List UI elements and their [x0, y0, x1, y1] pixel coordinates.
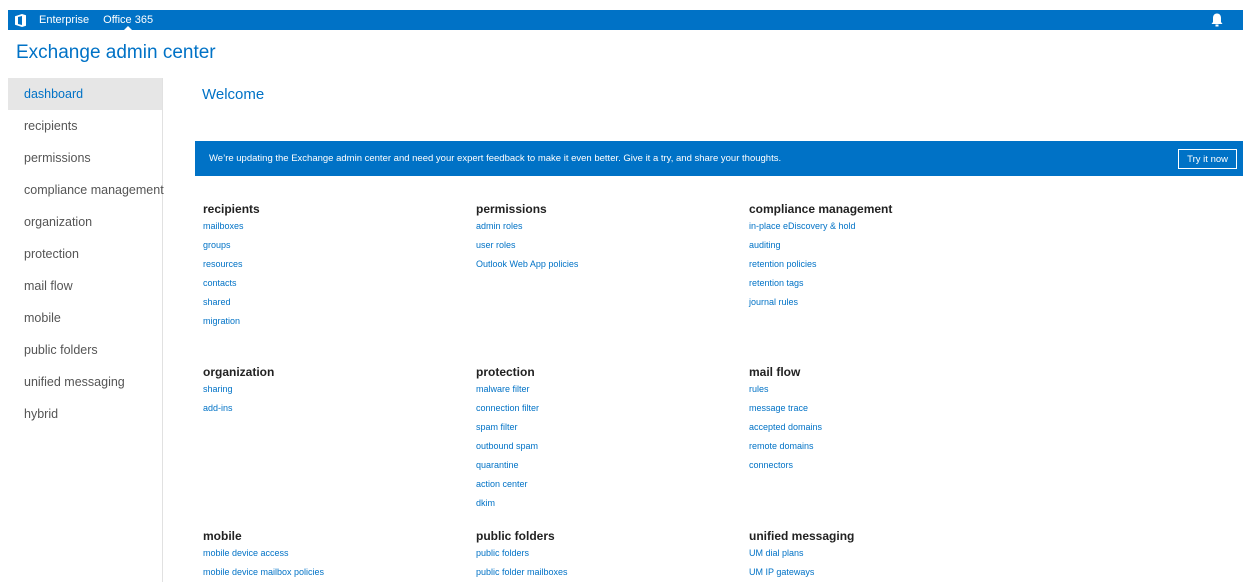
link-migration[interactable]: migration	[203, 315, 260, 334]
link-retention-tags[interactable]: retention tags	[749, 277, 892, 296]
section-heading: organization	[203, 365, 275, 379]
sidebar-item-permissions[interactable]: permissions	[8, 142, 162, 174]
section-recipients: recipients mailboxes groups resources co…	[203, 202, 260, 334]
section-heading: mail flow	[749, 365, 801, 379]
link-retention-policies[interactable]: retention policies	[749, 258, 892, 277]
section-heading: permissions	[476, 202, 547, 216]
section-organization: organization sharing add-ins	[203, 365, 274, 421]
link-shared[interactable]: shared	[203, 296, 260, 315]
section-mobile: mobile mobile device access mobile devic…	[203, 529, 324, 582]
link-ediscovery-hold[interactable]: in-place eDiscovery & hold	[749, 220, 892, 239]
link-action-center[interactable]: action center	[476, 478, 539, 497]
section-compliance-management: compliance management in-place eDiscover…	[749, 202, 892, 315]
sidebar-item-public-folders[interactable]: public folders	[8, 334, 162, 366]
link-um-dial-plans[interactable]: UM dial plans	[749, 547, 854, 566]
link-remote-domains[interactable]: remote domains	[749, 440, 822, 459]
notification-bell-icon[interactable]	[1209, 12, 1225, 28]
link-dkim[interactable]: dkim	[476, 497, 539, 516]
section-mail-flow: mail flow rules message trace accepted d…	[749, 365, 822, 478]
link-quarantine[interactable]: quarantine	[476, 459, 539, 478]
link-sharing[interactable]: sharing	[203, 383, 274, 402]
link-public-folder-mailboxes[interactable]: public folder mailboxes	[476, 566, 568, 582]
link-connection-filter[interactable]: connection filter	[476, 402, 539, 421]
sidebar-item-organization[interactable]: organization	[8, 206, 162, 238]
top-navigation-bar: Enterprise Office 365	[8, 10, 1243, 31]
link-owa-policies[interactable]: Outlook Web App policies	[476, 258, 578, 277]
link-journal-rules[interactable]: journal rules	[749, 296, 892, 315]
section-heading: compliance management	[749, 202, 893, 216]
link-malware-filter[interactable]: malware filter	[476, 383, 539, 402]
link-outbound-spam[interactable]: outbound spam	[476, 440, 539, 459]
section-heading: protection	[476, 365, 535, 379]
banner-text: We’re updating the Exchange admin center…	[209, 153, 782, 164]
section-unified-messaging: unified messaging UM dial plans UM IP ga…	[749, 529, 854, 582]
link-user-roles[interactable]: user roles	[476, 239, 578, 258]
feedback-banner: We’re updating the Exchange admin center…	[195, 141, 1243, 176]
link-resources[interactable]: resources	[203, 258, 260, 277]
link-mobile-device-access[interactable]: mobile device access	[203, 547, 324, 566]
section-permissions: permissions admin roles user roles Outlo…	[476, 202, 578, 277]
sidebar-item-dashboard[interactable]: dashboard	[8, 78, 162, 110]
link-auditing[interactable]: auditing	[749, 239, 892, 258]
sidebar-item-compliance-management[interactable]: compliance management	[8, 174, 164, 206]
section-heading: unified messaging	[749, 529, 855, 543]
sidebar-item-hybrid[interactable]: hybrid	[8, 398, 162, 430]
page-title: Welcome	[202, 86, 265, 103]
sidebar-item-mail-flow[interactable]: mail flow	[8, 270, 162, 302]
link-spam-filter[interactable]: spam filter	[476, 421, 539, 440]
section-public-folders: public folders public folders public fol…	[476, 529, 568, 582]
nav-link-enterprise[interactable]: Enterprise	[32, 10, 96, 30]
app-title: Exchange admin center	[16, 42, 216, 63]
section-heading: mobile	[203, 529, 242, 543]
section-heading: public folders	[476, 529, 555, 543]
link-public-folders[interactable]: public folders	[476, 547, 568, 566]
sidebar-nav: dashboard recipients permissions complia…	[8, 78, 164, 582]
link-add-ins[interactable]: add-ins	[203, 402, 274, 421]
sidebar-item-protection[interactable]: protection	[8, 238, 162, 270]
link-mobile-device-mailbox-policies[interactable]: mobile device mailbox policies	[203, 566, 324, 582]
nav-link-office365[interactable]: Office 365	[96, 10, 160, 31]
section-protection: protection malware filter connection fil…	[476, 365, 539, 516]
sidebar-item-mobile[interactable]: mobile	[8, 302, 162, 334]
sidebar-item-unified-messaging[interactable]: unified messaging	[8, 366, 162, 398]
link-um-ip-gateways[interactable]: UM IP gateways	[749, 566, 854, 582]
link-contacts[interactable]: contacts	[203, 277, 260, 296]
section-heading: recipients	[203, 202, 260, 216]
office-logo-icon[interactable]	[8, 10, 32, 30]
link-mailboxes[interactable]: mailboxes	[203, 220, 260, 239]
try-it-now-button[interactable]: Try it now	[1178, 149, 1237, 169]
link-accepted-domains[interactable]: accepted domains	[749, 421, 822, 440]
link-connectors[interactable]: connectors	[749, 459, 822, 478]
link-admin-roles[interactable]: admin roles	[476, 220, 578, 239]
link-rules[interactable]: rules	[749, 383, 822, 402]
link-message-trace[interactable]: message trace	[749, 402, 822, 421]
link-groups[interactable]: groups	[203, 239, 260, 258]
sidebar-item-recipients[interactable]: recipients	[8, 110, 162, 142]
